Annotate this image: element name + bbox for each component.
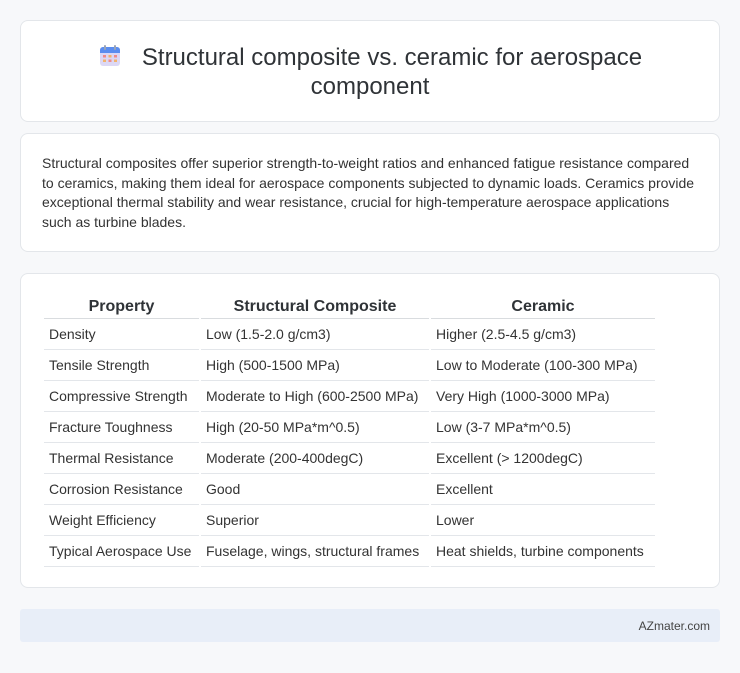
comparison-table: Property Structural Composite Ceramic De… xyxy=(42,295,657,567)
footer-brand-link[interactable]: AZmater.com xyxy=(639,619,710,633)
composite-cell: High (20-50 MPa*m^0.5) xyxy=(201,412,429,443)
table-row: Weight Efficiency Superior Lower xyxy=(44,505,655,536)
property-cell: Tensile Strength xyxy=(44,350,199,381)
property-cell: Fracture Toughness xyxy=(44,412,199,443)
ceramic-cell: Lower xyxy=(431,505,655,536)
table-row: Compressive Strength Moderate to High (6… xyxy=(44,381,655,412)
table-row: Tensile Strength High (500-1500 MPa) Low… xyxy=(44,350,655,381)
table-header-row: Property Structural Composite Ceramic xyxy=(44,295,655,319)
page-title-wrap: Structural composite vs. ceramic for aer… xyxy=(21,43,719,101)
header-ceramic: Ceramic xyxy=(431,295,655,319)
composite-cell: Low (1.5-2.0 g/cm3) xyxy=(201,319,429,350)
property-cell: Typical Aerospace Use xyxy=(44,536,199,567)
summary-card: Structural composites offer superior str… xyxy=(20,133,720,252)
summary-text: Structural composites offer superior str… xyxy=(42,155,695,230)
property-cell: Corrosion Resistance xyxy=(44,474,199,505)
table-row: Thermal Resistance Moderate (200-400degC… xyxy=(44,443,655,474)
page-title: Structural composite vs. ceramic for aer… xyxy=(141,44,643,100)
property-cell: Weight Efficiency xyxy=(44,505,199,536)
composite-cell: Fuselage, wings, structural frames xyxy=(201,536,429,567)
header-structural-composite: Structural Composite xyxy=(201,295,429,319)
calendar-icon xyxy=(99,45,120,66)
ceramic-cell: Very High (1000-3000 MPa) xyxy=(431,381,655,412)
ceramic-cell: Excellent xyxy=(431,474,655,505)
ceramic-cell: Higher (2.5-4.5 g/cm3) xyxy=(431,319,655,350)
ceramic-cell: Low to Moderate (100-300 MPa) xyxy=(431,350,655,381)
ceramic-cell: Heat shields, turbine components xyxy=(431,536,655,567)
table-row: Typical Aerospace Use Fuselage, wings, s… xyxy=(44,536,655,567)
composite-cell: Moderate (200-400degC) xyxy=(201,443,429,474)
ceramic-cell: Low (3-7 MPa*m^0.5) xyxy=(431,412,655,443)
table-row: Density Low (1.5-2.0 g/cm3) Higher (2.5-… xyxy=(44,319,655,350)
comparison-card: Property Structural Composite Ceramic De… xyxy=(20,273,720,588)
header-property: Property xyxy=(44,295,199,319)
property-cell: Density xyxy=(44,319,199,350)
composite-cell: Moderate to High (600-2500 MPa) xyxy=(201,381,429,412)
table-row: Fracture Toughness High (20-50 MPa*m^0.5… xyxy=(44,412,655,443)
property-cell: Compressive Strength xyxy=(44,381,199,412)
composite-cell: Superior xyxy=(201,505,429,536)
property-cell: Thermal Resistance xyxy=(44,443,199,474)
ceramic-cell: Excellent (> 1200degC) xyxy=(431,443,655,474)
table-row: Corrosion Resistance Good Excellent xyxy=(44,474,655,505)
footer-bar: AZmater.com xyxy=(20,609,720,642)
title-card: Structural composite vs. ceramic for aer… xyxy=(20,20,720,122)
composite-cell: High (500-1500 MPa) xyxy=(201,350,429,381)
composite-cell: Good xyxy=(201,474,429,505)
